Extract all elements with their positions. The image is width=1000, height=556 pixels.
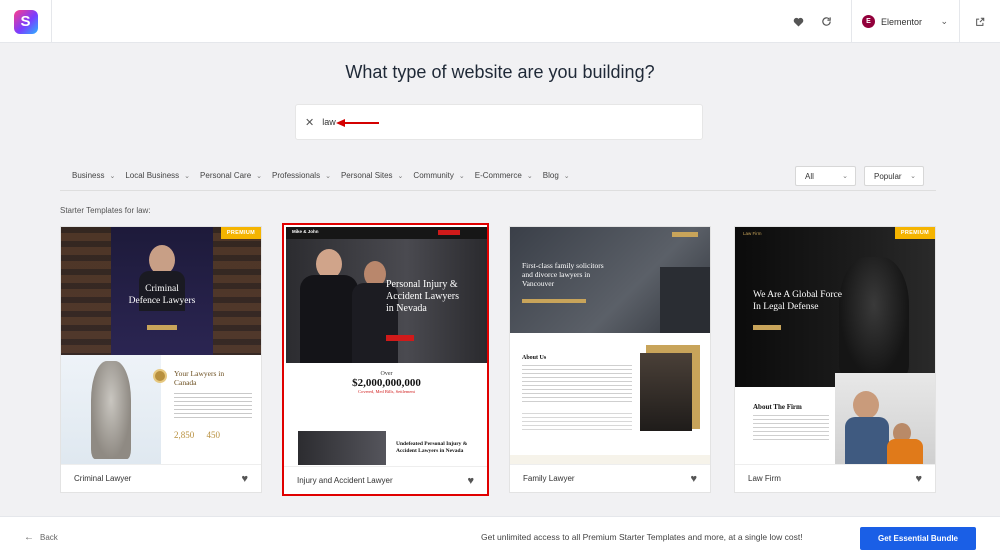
divider: [60, 190, 936, 191]
refresh-icon[interactable]: [814, 0, 838, 43]
elementor-icon: E: [862, 15, 875, 28]
hero-title: Vancouver: [522, 279, 555, 288]
hero-title: We Are A Global Force: [753, 290, 842, 300]
section-title: Undefeated Personal Injury &: [396, 441, 468, 447]
template-thumbnail: Law Firm We Are A Global Force In Legal …: [735, 227, 935, 465]
hero-title: Accident Lawyers: [386, 291, 460, 302]
category-blog[interactable]: Blog ⌄: [543, 171, 570, 180]
brand-name: Mike & John: [292, 229, 319, 234]
category-professionals[interactable]: Professionals ⌄: [272, 171, 331, 180]
promo-text: Get unlimited access to all Premium Star…: [481, 532, 803, 542]
sort-select[interactable]: Popular ⌄: [864, 166, 924, 186]
get-essential-bundle-button[interactable]: Get Essential Bundle: [860, 527, 976, 550]
heart-icon[interactable]: ♥: [241, 473, 248, 485]
annotation-arrow: [336, 119, 379, 127]
chevron-down-icon: ⌄: [910, 173, 916, 180]
category-personal-sites[interactable]: Personal Sites ⌄: [341, 171, 403, 180]
premium-badge: PREMIUM: [220, 227, 261, 239]
heart-icon[interactable]: [786, 0, 810, 43]
starter-templates-logo: S: [13, 9, 38, 34]
chevron-down-icon: ⌄: [397, 172, 404, 180]
lady-justice-statue: [91, 361, 131, 459]
chevron-down-icon: ⌄: [458, 172, 465, 180]
hero-title: in Nevada: [386, 303, 427, 314]
template-name: Law Firm: [748, 474, 781, 483]
template-card[interactable]: First-class family solicitors and divorc…: [509, 226, 711, 493]
section-title: Your Lawyers in: [174, 369, 225, 378]
category-local-business[interactable]: Local Business ⌄: [125, 171, 190, 180]
hero-title: Defence Lawyers: [128, 296, 196, 306]
template-thumbnail: Mike & John Personal Injury & Accident L…: [286, 227, 487, 465]
footer-bar: ← Back Get unlimited access to all Premi…: [0, 516, 1000, 556]
chevron-down-icon: ⌄: [842, 173, 848, 180]
category-business[interactable]: Business ⌄: [72, 171, 115, 180]
chevron-down-icon: ⌄: [563, 172, 570, 180]
hero-title: and divorce lawyers in: [522, 270, 591, 279]
amount: $2,000,000,000: [352, 377, 421, 389]
template-name: Injury and Accident Lawyer: [297, 476, 393, 485]
top-bar: S E Elementor ⌄: [0, 0, 1000, 43]
brand-name: Law Firm: [743, 231, 762, 236]
external-link-icon[interactable]: [960, 0, 1000, 43]
hero-title: First-class family solicitors: [522, 261, 604, 270]
chevron-down-icon: ⌄: [184, 172, 191, 180]
team-image: [298, 431, 386, 465]
template-thumbnail: Criminal Defence Lawyers Your Lawyers in…: [61, 227, 261, 465]
back-button[interactable]: ← Back: [24, 517, 58, 556]
amount-caption: Covered, Med Bills, Settlement: [358, 389, 415, 394]
heart-icon[interactable]: ♥: [467, 475, 474, 487]
page-title: What type of website are you building?: [345, 62, 655, 82]
template-card[interactable]: Mike & John Personal Injury & Accident L…: [282, 223, 489, 496]
builder-name: Elementor: [881, 16, 923, 27]
heart-icon[interactable]: ♥: [690, 473, 697, 485]
card-footer: Family Lawyer ♥: [510, 464, 710, 492]
type-select[interactable]: All ⌄: [795, 166, 856, 186]
template-card[interactable]: Law Firm We Are A Global Force In Legal …: [734, 226, 936, 493]
chevron-down-icon: ⌄: [256, 172, 263, 180]
page-builder-dropdown[interactable]: E Elementor ⌄: [852, 0, 960, 43]
arrow-left-icon: ←: [24, 531, 34, 543]
section-title: About The Firm: [753, 403, 802, 411]
hero-title: Personal Injury &: [386, 279, 458, 290]
stat-value: 2,850: [174, 430, 195, 440]
logo-cell[interactable]: S: [0, 0, 52, 43]
template-name: Criminal Lawyer: [74, 474, 132, 483]
close-icon[interactable]: ✕: [305, 116, 314, 129]
search-value: law: [322, 117, 336, 127]
lady-justice-statue: [839, 257, 909, 377]
hero-title: Criminal: [145, 284, 179, 294]
template-name: Family Lawyer: [523, 474, 575, 483]
section-title: Canada: [174, 378, 197, 387]
category-community[interactable]: Community ⌄: [413, 171, 464, 180]
section-title: Accident Lawyers in Nevada: [396, 448, 464, 454]
category-personal-care[interactable]: Personal Care ⌄: [200, 171, 262, 180]
template-thumbnail: First-class family solicitors and divorc…: [510, 227, 710, 465]
chevron-down-icon: ⌄: [109, 172, 116, 180]
lawyer-image: [640, 353, 692, 431]
card-footer: Injury and Accident Lawyer ♥: [284, 466, 487, 494]
category-filter-bar: Business ⌄ Local Business ⌄ Personal Care ⌄…: [72, 171, 580, 180]
section-title: About Us: [522, 355, 547, 361]
template-card[interactable]: Criminal Defence Lawyers Your Lawyers in…: [60, 226, 262, 493]
chevron-down-icon: ⌄: [325, 172, 331, 180]
category-e-commerce[interactable]: E-Commerce ⌄: [475, 171, 533, 180]
heart-icon[interactable]: ♥: [915, 473, 922, 485]
hero-title: In Legal Defense: [753, 302, 819, 312]
results-label: Starter Templates for law:: [60, 206, 151, 215]
card-footer: Criminal Lawyer ♥: [61, 464, 261, 492]
stat-value: 450: [206, 430, 221, 440]
chevron-down-icon: ⌄: [526, 172, 533, 180]
premium-badge: PREMIUM: [894, 227, 935, 239]
chevron-down-icon: ⌄: [940, 16, 948, 26]
card-footer: Law Firm ♥: [735, 464, 935, 492]
